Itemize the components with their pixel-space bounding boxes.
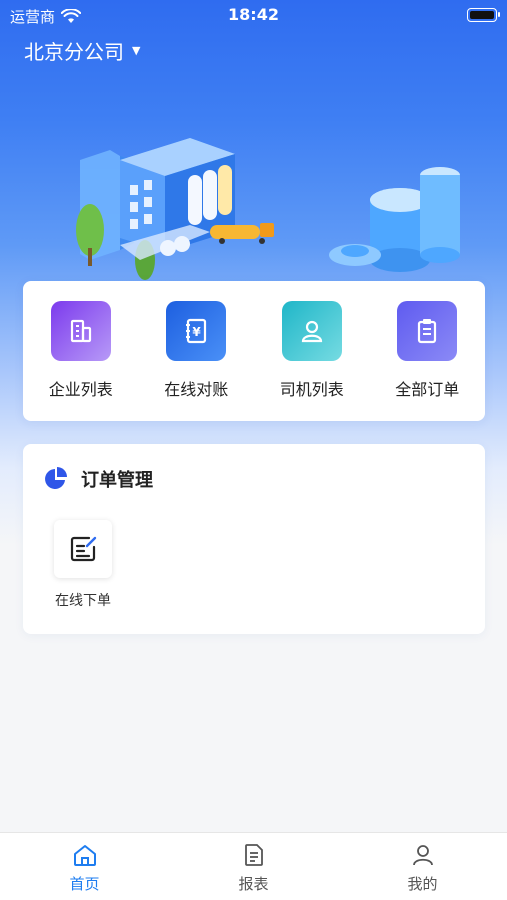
battery-icon bbox=[467, 8, 500, 22]
building-icon bbox=[50, 301, 111, 361]
quick-action-label: 全部订单 bbox=[395, 380, 460, 399]
quick-action-all-orders[interactable]: 全部订单 bbox=[377, 301, 477, 400]
clipboard-icon bbox=[397, 301, 458, 361]
quick-action-company-list[interactable]: 企业列表 bbox=[31, 301, 131, 400]
tab-reports[interactable]: 报表 bbox=[169, 833, 338, 900]
yuan-notebook-icon: ¥ bbox=[166, 301, 227, 361]
company-selector[interactable]: 北京分公司 ▼ bbox=[24, 36, 140, 65]
tab-label: 首页 bbox=[69, 875, 100, 893]
tab-profile[interactable]: 我的 bbox=[338, 833, 507, 900]
online-order-button[interactable]: 在线下单 bbox=[47, 520, 119, 610]
driver-icon bbox=[281, 301, 342, 361]
report-icon bbox=[244, 844, 263, 866]
home-icon bbox=[73, 845, 96, 866]
tab-home[interactable]: 首页 bbox=[0, 833, 169, 900]
tab-label: 报表 bbox=[238, 875, 269, 893]
quick-action-driver-list[interactable]: 司机列表 bbox=[262, 301, 362, 400]
quick-action-label: 司机列表 bbox=[279, 380, 344, 399]
section-title: 订单管理 bbox=[81, 470, 153, 491]
section-header: 订单管理 bbox=[43, 466, 153, 492]
caret-down-icon: ▼ bbox=[132, 44, 141, 57]
quick-action-label: 企业列表 bbox=[48, 380, 113, 399]
pie-chart-icon bbox=[45, 467, 67, 489]
online-order-label: 在线下单 bbox=[55, 593, 111, 609]
edit-form-icon bbox=[54, 520, 112, 578]
user-icon bbox=[412, 845, 433, 866]
order-management-card: 订单管理 在线下单 bbox=[23, 444, 485, 634]
quick-action-online-reconcile[interactable]: ¥ 在线对账 bbox=[146, 301, 246, 400]
clock: 18:42 bbox=[228, 5, 279, 24]
company-name: 北京分公司 bbox=[24, 40, 124, 64]
factory-illustration bbox=[76, 138, 460, 280]
quick-actions-card: 企业列表 ¥ 在线对账 司机列表 全部订单 bbox=[23, 281, 485, 421]
tab-label: 我的 bbox=[407, 875, 438, 893]
status-bar: 运营商 18:42 bbox=[0, 0, 507, 30]
quick-action-label: 在线对账 bbox=[164, 380, 229, 399]
svg-text:¥: ¥ bbox=[193, 325, 202, 339]
tab-bar: 首页 报表 我的 bbox=[0, 832, 507, 900]
